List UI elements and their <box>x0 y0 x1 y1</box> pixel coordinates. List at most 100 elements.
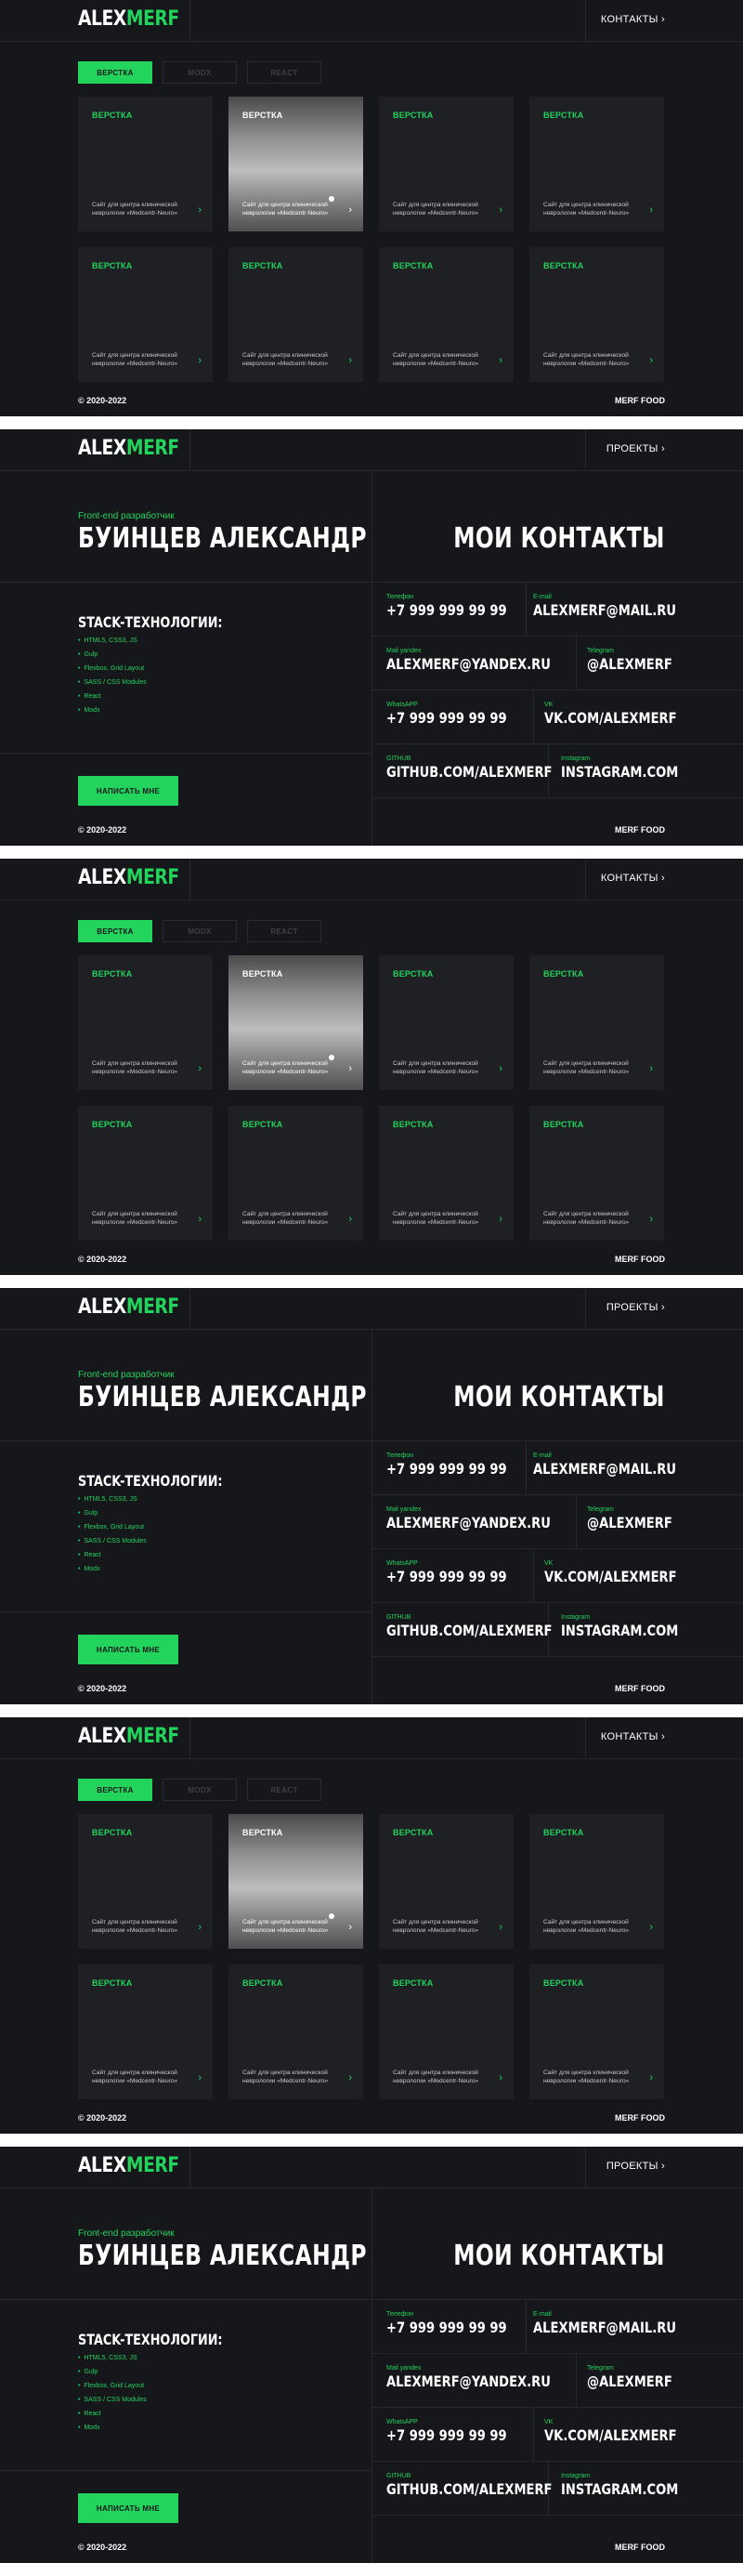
project-card[interactable]: ВЕРСТКА Сайт для центра клинической неврол… <box>529 97 664 231</box>
tab-modx[interactable]: MODX <box>163 61 237 84</box>
project-card[interactable]: ВЕРСТКА Сайт для центра клинической неврол… <box>529 1965 664 2099</box>
contact-email[interactable]: E-mail ALEXMERF@MAIL.RU <box>533 593 708 619</box>
chevron-right-icon: › <box>661 1302 665 1313</box>
project-card[interactable]: ВЕРСТКА Сайт для центра клинической неврол… <box>228 1106 363 1241</box>
contact-yandex[interactable]: Mail yandex ALEXMERF@YANDEX.RU <box>386 1505 587 1531</box>
contact-github[interactable]: GITHUB GITHUB.COM/ALEXMERF <box>386 2472 589 2498</box>
contact-github[interactable]: GITHUB GITHUB.COM/ALEXMERF <box>386 1613 589 1639</box>
project-card-description: Сайт для центра клинической неврологии «M… <box>242 352 329 367</box>
contact-yandex[interactable]: Mail yandex ALEXMERF@YANDEX.RU <box>386 2364 587 2390</box>
contact-instagram[interactable]: Instagram INSTAGRAM.COM <box>561 1613 704 1639</box>
contact-whatsapp[interactable]: WhatsAPP +7 999 999 99 99 <box>386 701 533 727</box>
tab-react[interactable]: REACT <box>247 1779 321 1801</box>
project-card[interactable]: ВЕРСТКА Сайт для центра клинической неврол… <box>228 955 363 1090</box>
contact-phone[interactable]: Телефон +7 999 999 99 99 <box>386 1452 533 1478</box>
stack-list: HTML5, CSS3, JS Gulp Flexbox, Grid Layou… <box>78 2351 146 2435</box>
nav-projects-link[interactable]: ПРОЕКТЫ › <box>606 2161 665 2172</box>
project-card[interactable]: ВЕРСТКА Сайт для центра клинической неврол… <box>379 97 514 231</box>
project-card-description: Сайт для центра клинической неврологии «M… <box>543 202 630 217</box>
footer-brand[interactable]: MERF FOOD <box>615 1255 665 1264</box>
arrow-right-icon: › <box>348 204 352 216</box>
contact-telegram[interactable]: Telegram @ALEXMERF <box>587 1505 691 1531</box>
tab-react[interactable]: REACT <box>247 920 321 942</box>
project-card-title: ВЕРСТКА <box>242 969 283 979</box>
logo[interactable]: ALEXMERF <box>78 1295 179 1319</box>
logo[interactable]: ALEXMERF <box>78 1725 179 1748</box>
contact-github[interactable]: GITHUB GITHUB.COM/ALEXMERF <box>386 755 589 781</box>
contact-email[interactable]: E-mail ALEXMERF@MAIL.RU <box>533 2310 708 2336</box>
tab-modx[interactable]: MODX <box>163 920 237 942</box>
contact-telegram[interactable]: Telegram @ALEXMERF <box>587 647 691 673</box>
project-card-description: Сайт для центра клинической неврологии «M… <box>543 1211 630 1226</box>
nav-projects-link[interactable]: ПРОЕКТЫ › <box>606 443 665 454</box>
contact-whatsapp[interactable]: WhatsAPP +7 999 999 99 99 <box>386 2418 533 2444</box>
logo[interactable]: ALEXMERF <box>78 7 179 31</box>
divider <box>585 1717 586 1759</box>
tab-verstka[interactable]: ВЕРСТКА <box>78 1779 152 1801</box>
write-me-button[interactable]: НАПИСАТЬ МНЕ <box>78 1635 178 1664</box>
stack-list: HTML5, CSS3, JS Gulp Flexbox, Grid Layou… <box>78 634 146 717</box>
tab-react[interactable]: REACT <box>247 61 321 84</box>
project-card[interactable]: ВЕРСТКА Сайт для центра клинической неврол… <box>379 1965 514 2099</box>
tab-modx[interactable]: MODX <box>163 1779 237 1801</box>
project-card[interactable]: ВЕРСТКА Сайт для центра клинической неврол… <box>529 955 664 1090</box>
contact-whatsapp[interactable]: WhatsAPP +7 999 999 99 99 <box>386 1559 533 1585</box>
project-card[interactable]: ВЕРСТКА Сайт для центра клинической неврол… <box>78 1814 213 1949</box>
tab-verstka[interactable]: ВЕРСТКА <box>78 920 152 942</box>
logo[interactable]: ALEXMERF <box>78 2154 179 2177</box>
footer-brand[interactable]: MERF FOOD <box>615 1684 665 1693</box>
project-card[interactable]: ВЕРСТКА Сайт для центра клинической неврол… <box>379 1814 514 1949</box>
project-card-title: ВЕРСТКА <box>543 1120 584 1129</box>
contact-yandex[interactable]: Mail yandex ALEXMERF@YANDEX.RU <box>386 647 587 673</box>
write-me-button[interactable]: НАПИСАТЬ МНЕ <box>78 776 178 806</box>
nav-contacts-link[interactable]: КОНТАКТЫ › <box>601 14 665 25</box>
divider <box>372 743 743 744</box>
project-card[interactable]: ВЕРСТКА Сайт для центра клинической неврол… <box>228 1814 363 1949</box>
contact-vk[interactable]: VK VK.COM/ALEXMERF <box>544 1559 706 1585</box>
project-card[interactable]: ВЕРСТКА Сайт для центра клинической неврол… <box>529 1106 664 1241</box>
project-card[interactable]: ВЕРСТКА Сайт для центра клинической неврол… <box>379 955 514 1090</box>
write-me-button[interactable]: НАПИСАТЬ МНЕ <box>78 2493 178 2523</box>
contacts-heading: МОИ КОНТАКТЫ <box>453 2240 665 2272</box>
contact-phone[interactable]: Телефон +7 999 999 99 99 <box>386 2310 533 2336</box>
project-card[interactable]: ВЕРСТКА Сайт для центра клинической неврол… <box>379 1106 514 1241</box>
contact-vk[interactable]: VK VK.COM/ALEXMERF <box>544 701 706 727</box>
project-card[interactable]: ВЕРСТКА Сайт для центра клинической неврол… <box>228 1965 363 2099</box>
project-card-description: Сайт для центра клинической неврологии «M… <box>543 1060 630 1075</box>
divider <box>0 2299 743 2300</box>
nav-projects-link[interactable]: ПРОЕКТЫ › <box>606 1302 665 1313</box>
logo[interactable]: ALEXMERF <box>78 866 179 889</box>
contact-telegram[interactable]: Telegram @ALEXMERF <box>587 2364 691 2390</box>
nav-contacts-link[interactable]: КОНТАКТЫ › <box>601 1731 665 1742</box>
footer: © 2020-2022 MERF FOOD <box>0 396 743 416</box>
contact-email[interactable]: E-mail ALEXMERF@MAIL.RU <box>533 1452 708 1478</box>
arrow-right-icon: › <box>499 355 502 366</box>
copyright: © 2020-2022 <box>78 396 127 405</box>
project-card[interactable]: ВЕРСТКА Сайт для центра клинической неврол… <box>228 97 363 231</box>
contacts-screen: ALEXMERF ПРОЕКТЫ › Front-end разработчик… <box>0 2147 743 2563</box>
tab-verstka[interactable]: ВЕРСТКА <box>78 61 152 84</box>
project-card[interactable]: ВЕРСТКА Сайт для центра клинической неврол… <box>78 955 213 1090</box>
project-card[interactable]: ВЕРСТКА Сайт для центра клинической неврол… <box>529 247 664 382</box>
project-card[interactable]: ВЕРСТКА Сайт для центра клинической неврол… <box>379 247 514 382</box>
contact-instagram[interactable]: Instagram INSTAGRAM.COM <box>561 2472 704 2498</box>
project-card[interactable]: ВЕРСТКА Сайт для центра клинической неврол… <box>78 247 213 382</box>
footer-brand[interactable]: MERF FOOD <box>615 825 665 835</box>
footer-brand[interactable]: MERF FOOD <box>615 396 665 405</box>
project-card-description: Сайт для центра клинической неврологии «M… <box>92 1919 178 1934</box>
project-card[interactable]: ВЕРСТКА Сайт для центра клинической неврол… <box>78 1965 213 2099</box>
logo[interactable]: ALEXMERF <box>78 437 179 460</box>
project-card-description: Сайт для центра клинической неврологии «M… <box>242 1060 329 1075</box>
nav-contacts-link[interactable]: КОНТАКТЫ › <box>601 873 665 884</box>
contact-instagram[interactable]: Instagram INSTAGRAM.COM <box>561 755 704 781</box>
footer-brand[interactable]: MERF FOOD <box>615 2543 665 2552</box>
footer-brand[interactable]: MERF FOOD <box>615 2113 665 2123</box>
contacts-heading: МОИ КОНТАКТЫ <box>453 522 665 555</box>
project-card[interactable]: ВЕРСТКА Сайт для центра клинической неврол… <box>78 1106 213 1241</box>
contact-vk[interactable]: VK VK.COM/ALEXMERF <box>544 2418 706 2444</box>
project-card[interactable]: ВЕРСТКА Сайт для центра клинической неврол… <box>228 247 363 382</box>
project-card[interactable]: ВЕРСТКА Сайт для центра клинической неврол… <box>78 97 213 231</box>
contact-phone[interactable]: Телефон +7 999 999 99 99 <box>386 593 533 619</box>
project-card[interactable]: ВЕРСТКА Сайт для центра клинической неврол… <box>529 1814 664 1949</box>
arrow-right-icon: › <box>198 1922 202 1933</box>
